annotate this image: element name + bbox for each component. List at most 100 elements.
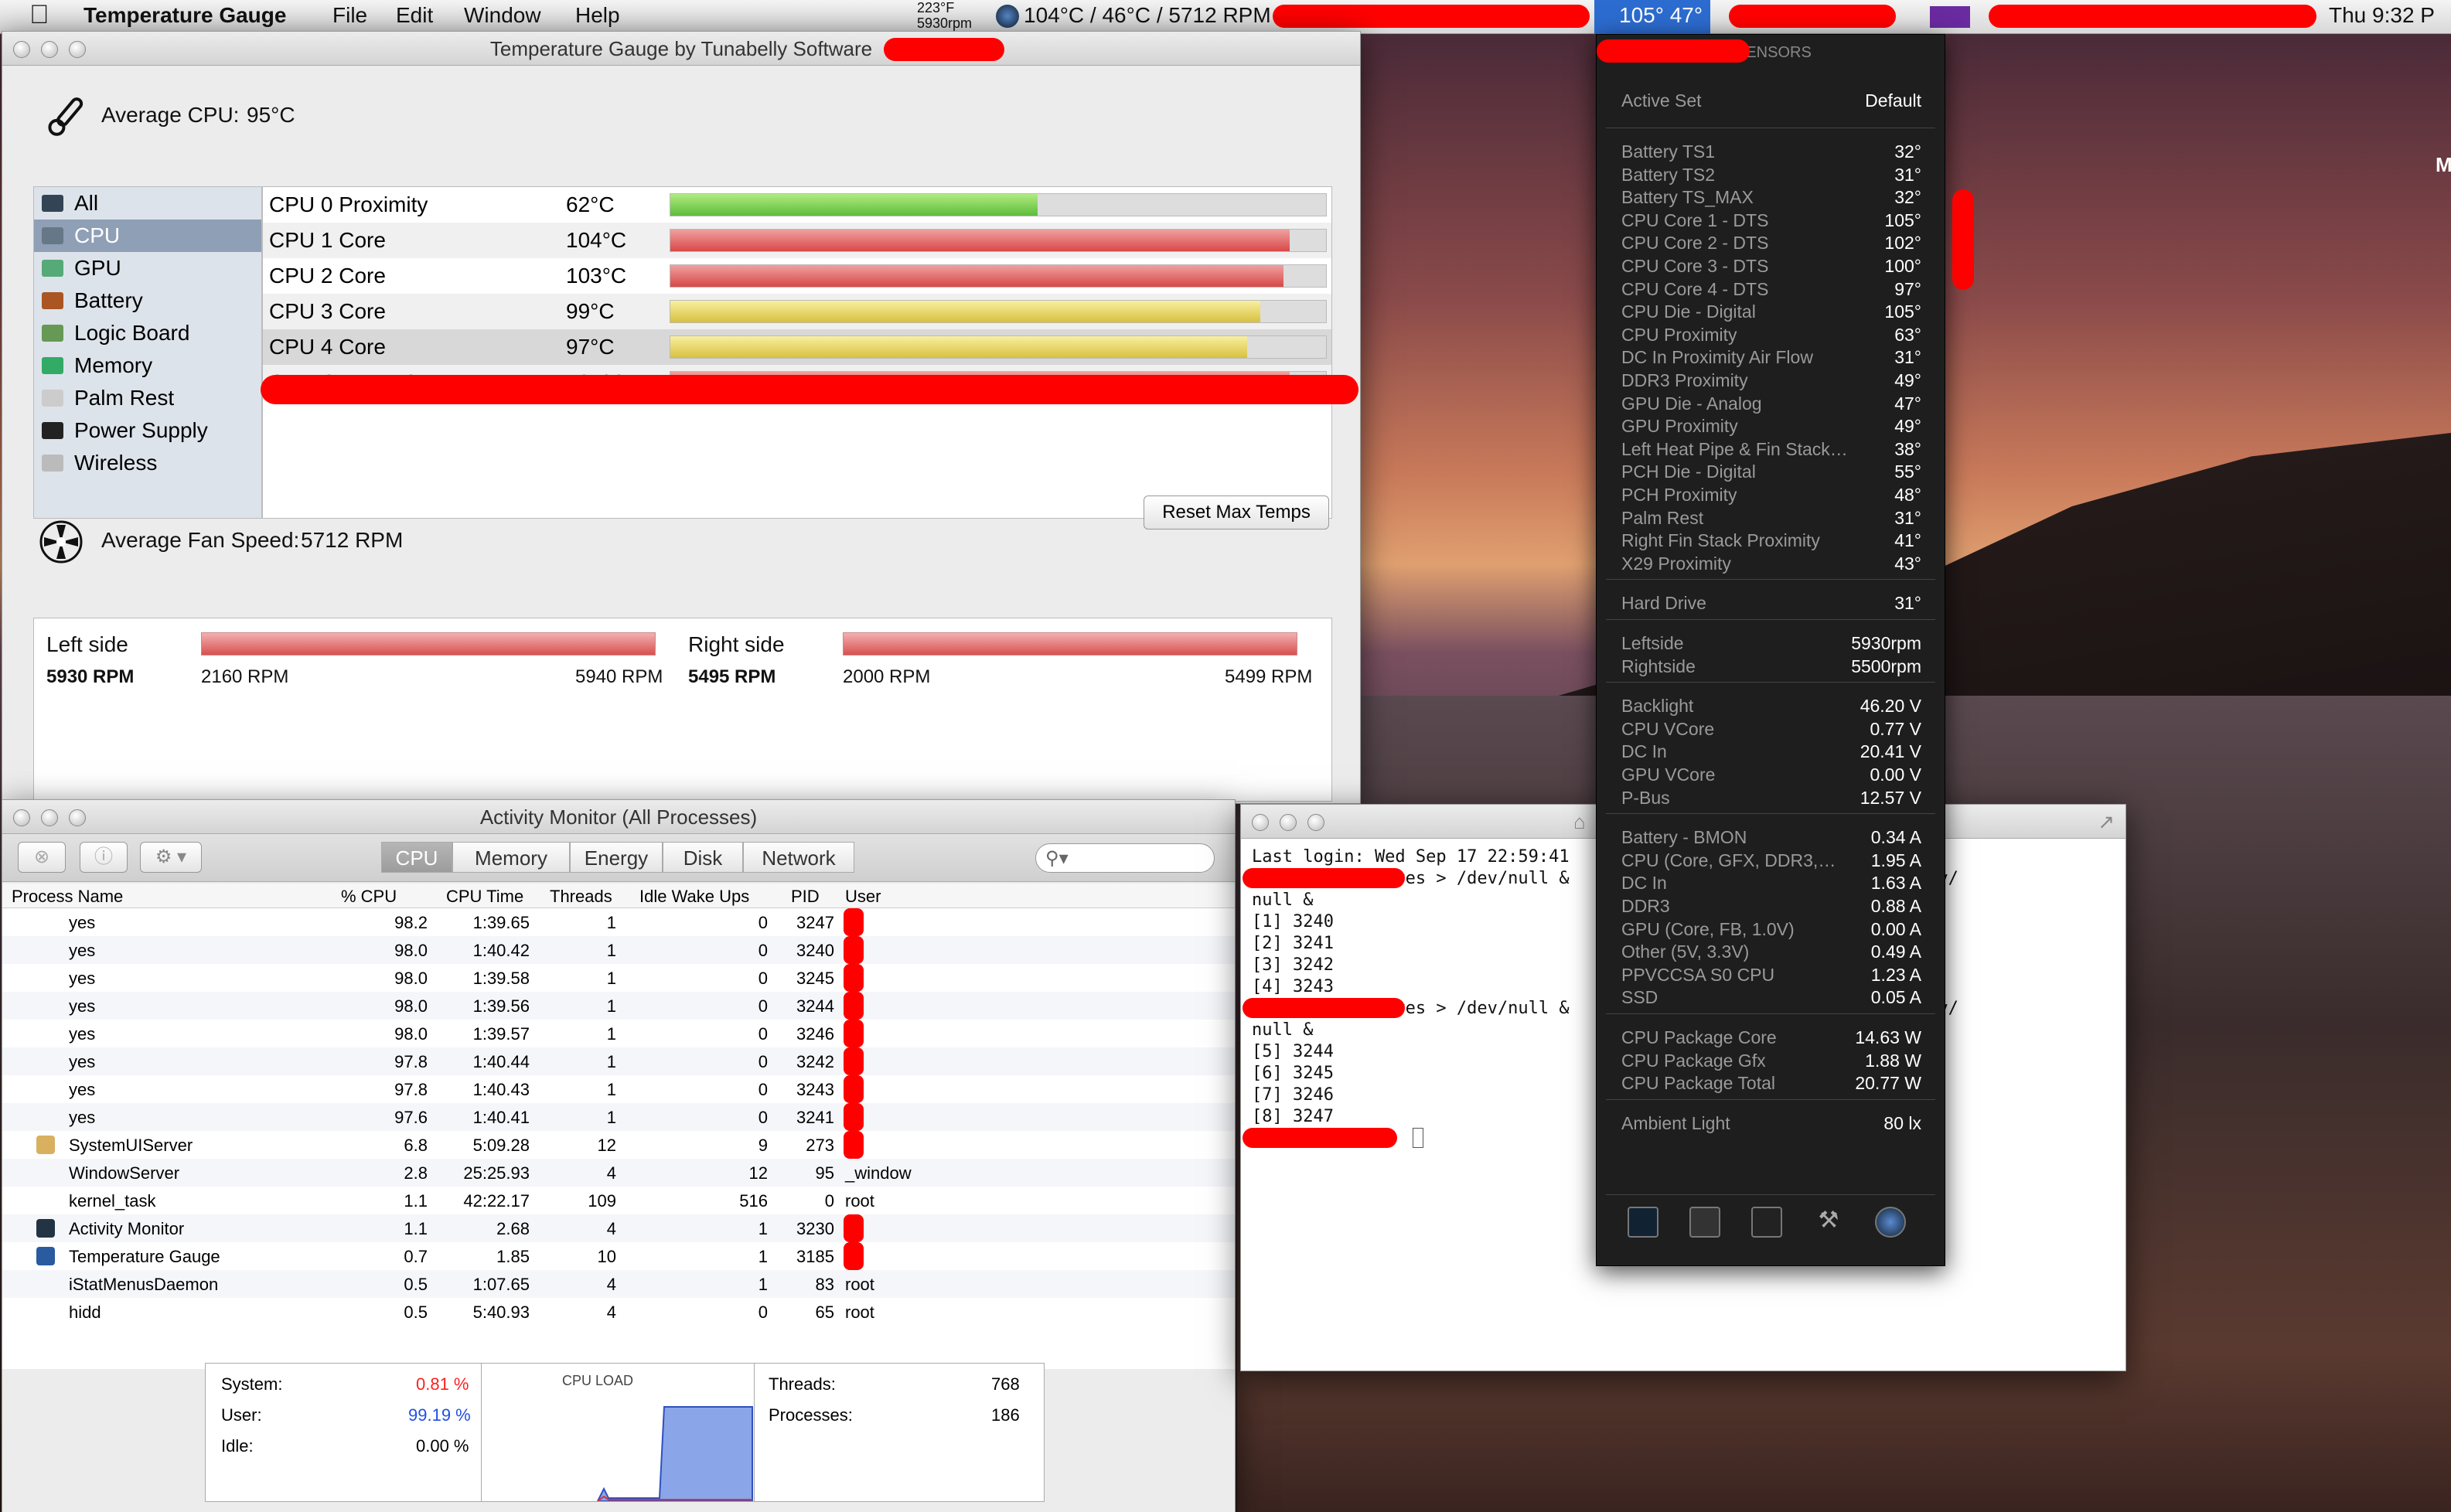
reading-label: Backlight xyxy=(1621,696,1694,717)
sensor-reading: Hard Drive 31° xyxy=(1621,593,1921,616)
tab-memory[interactable]: Memory xyxy=(452,842,570,873)
redacted-block xyxy=(844,964,864,992)
disk-utility-icon[interactable]: ⚒ xyxy=(1813,1207,1844,1238)
column-threads[interactable]: Threads xyxy=(550,887,612,907)
active-set-row[interactable]: Active Set Default xyxy=(1621,90,1921,114)
table-row[interactable]: iStatMenusDaemon 0.5 1:07.65 4 1 83 root xyxy=(2,1270,1235,1298)
sidebar-item-battery[interactable]: Battery xyxy=(34,284,261,317)
cell-5: 3230 xyxy=(796,1219,834,1238)
sensor-reading: CPU Core 4 - DTS 97° xyxy=(1621,279,1921,302)
redacted-block xyxy=(1952,189,1974,290)
sidebar-item-power-supply[interactable]: Power Supply xyxy=(34,414,261,447)
sidebar-item-cpu[interactable]: CPU xyxy=(34,220,261,252)
tab-energy[interactable]: Energy xyxy=(570,842,663,873)
gear-menu-button[interactable]: ⚙ ▾ xyxy=(140,842,202,873)
processes-label: Processes: xyxy=(769,1405,853,1425)
sidebar-item-label: All xyxy=(74,191,99,215)
close-button[interactable] xyxy=(1252,814,1269,831)
tab-disk[interactable]: Disk xyxy=(663,842,743,873)
reading-label: Battery TS_MAX xyxy=(1621,187,1754,208)
cell-2: 1:39.65 xyxy=(472,913,530,932)
sensor-row[interactable]: CPU 3 Core 99°C xyxy=(263,294,1331,329)
sidebar-item-logic-board[interactable]: Logic Board xyxy=(34,317,261,349)
fullscreen-icon[interactable]: ↗ xyxy=(2098,805,2115,839)
column-pid[interactable]: PID xyxy=(791,887,820,907)
title-bar[interactable]: Activity Monitor (All Processes) xyxy=(2,800,1235,834)
sensor-reading: Other (5V, 3.3V) 0.49 A xyxy=(1621,942,1921,965)
left-fan-bar xyxy=(201,632,656,656)
cell-5: 3243 xyxy=(796,1080,834,1099)
cell-5: 273 xyxy=(806,1136,834,1155)
column-user[interactable]: User xyxy=(845,887,881,907)
stop-process-button[interactable]: ⊗ xyxy=(18,842,66,873)
cpu-meter-icon[interactable] xyxy=(1930,6,1970,28)
app-menu[interactable]: Temperature Gauge xyxy=(84,3,286,28)
sidebar-item-all[interactable]: All xyxy=(34,187,261,220)
sensor-row[interactable]: CPU 2 Core 103°C xyxy=(263,258,1331,294)
sensor-row[interactable]: CPU 4 Core 97°C xyxy=(263,329,1331,365)
tab-network[interactable]: Network xyxy=(743,842,854,873)
cell-1: 6.8 xyxy=(404,1136,428,1155)
table-row[interactable]: yes 97.8 1:40.44 1 0 3242 xyxy=(2,1047,1235,1075)
sensor-row[interactable]: CPU 1 Core 104°C xyxy=(263,223,1331,258)
table-row[interactable]: hidd 0.5 5:40.93 4 0 65 root xyxy=(2,1298,1235,1326)
sidebar-item-gpu[interactable]: GPU xyxy=(34,252,261,284)
tab-cpu[interactable]: CPU xyxy=(381,842,452,873)
table-row[interactable]: yes 98.0 1:40.42 1 0 3240 xyxy=(2,936,1235,964)
title-bar[interactable]: Temperature Gauge by Tunabelly Software xyxy=(2,32,1360,66)
temp-gauge-status[interactable]: 104°C / 46°C / 5712 RPM xyxy=(1024,3,1271,28)
cell-6: root xyxy=(845,1191,874,1211)
table-row[interactable]: Activity Monitor 1.1 2.68 4 1 3230 xyxy=(2,1214,1235,1242)
menu-window[interactable]: Window xyxy=(464,3,541,28)
temp-gauge-status-icon[interactable] xyxy=(996,5,1019,28)
minimize-button[interactable] xyxy=(41,41,58,58)
fan-rpm-readout[interactable]: 5930rpm xyxy=(917,15,972,32)
clock[interactable]: Thu 9:32 P xyxy=(2329,3,2435,28)
table-row[interactable]: yes 98.0 1:39.58 1 0 3245 xyxy=(2,964,1235,992)
minimize-button[interactable] xyxy=(1280,814,1297,831)
menu-file[interactable]: File xyxy=(332,3,367,28)
sidebar-item-wireless[interactable]: Wireless xyxy=(34,447,261,479)
zoom-button[interactable] xyxy=(69,809,86,826)
cell-3: 12 xyxy=(597,1136,616,1155)
sensor-reading: Palm Rest 31° xyxy=(1621,508,1921,531)
temperature-gauge-icon[interactable] xyxy=(1875,1207,1906,1238)
menu-edit[interactable]: Edit xyxy=(396,3,433,28)
sidebar-item-palm-rest[interactable]: Palm Rest xyxy=(34,382,261,414)
cell-0: yes xyxy=(69,1080,96,1099)
zoom-button[interactable] xyxy=(69,41,86,58)
column-process-name[interactable]: Process Name xyxy=(12,887,123,907)
activity-monitor-icon[interactable] xyxy=(1628,1207,1658,1238)
column--cpu[interactable]: % CPU xyxy=(341,887,397,907)
table-row[interactable]: yes 97.6 1:40.41 1 0 3241 xyxy=(2,1103,1235,1131)
table-row[interactable]: Temperature Gauge 0.7 1.85 10 1 3185 xyxy=(2,1242,1235,1270)
zoom-button[interactable] xyxy=(1307,814,1324,831)
terminal-icon[interactable] xyxy=(1751,1207,1782,1238)
menu-help[interactable]: Help xyxy=(575,3,620,28)
minimize-button[interactable] xyxy=(41,809,58,826)
column-idle-wake-ups[interactable]: Idle Wake Ups xyxy=(639,887,749,907)
table-row[interactable]: yes 97.8 1:40.43 1 0 3243 xyxy=(2,1075,1235,1103)
reset-max-temps-button[interactable]: Reset Max Temps xyxy=(1144,495,1329,530)
table-row[interactable]: yes 98.0 1:39.56 1 0 3244 xyxy=(2,992,1235,1020)
column-cpu-time[interactable]: CPU Time xyxy=(446,887,523,907)
table-row[interactable]: yes 98.0 1:39.57 1 0 3246 xyxy=(2,1020,1235,1047)
category-icon xyxy=(42,227,63,244)
info-button[interactable]: ⓘ xyxy=(80,842,128,873)
table-row[interactable]: WindowServer 2.8 25:25.93 4 12 95 _window xyxy=(2,1159,1235,1187)
apple-icon[interactable]:  xyxy=(29,0,49,30)
istat-temps[interactable]: 105° 47° xyxy=(1619,3,1703,28)
redacted-block xyxy=(1729,5,1896,28)
fan-temp-readout[interactable]: 223°F xyxy=(917,0,954,16)
close-button[interactable] xyxy=(13,41,30,58)
sensor-row[interactable]: CPU 0 Proximity 62°C xyxy=(263,187,1331,223)
close-button[interactable] xyxy=(13,809,30,826)
console-icon[interactable] xyxy=(1689,1207,1720,1238)
sidebar-item-label: Battery xyxy=(74,288,143,312)
table-row[interactable]: kernel_task 1.1 42:22.17 109 516 0 root xyxy=(2,1187,1235,1214)
table-row[interactable]: yes 98.2 1:39.65 1 0 3247 xyxy=(2,908,1235,936)
sidebar-item-memory[interactable]: Memory xyxy=(34,349,261,382)
sensor-list: CPU 0 Proximity 62°C CPU 1 Core 104°C CPU 2 … xyxy=(262,186,1332,519)
search-field[interactable]: ⚲▾ xyxy=(1035,843,1215,873)
table-row[interactable]: SystemUIServer 6.8 5:09.28 12 9 273 xyxy=(2,1131,1235,1159)
